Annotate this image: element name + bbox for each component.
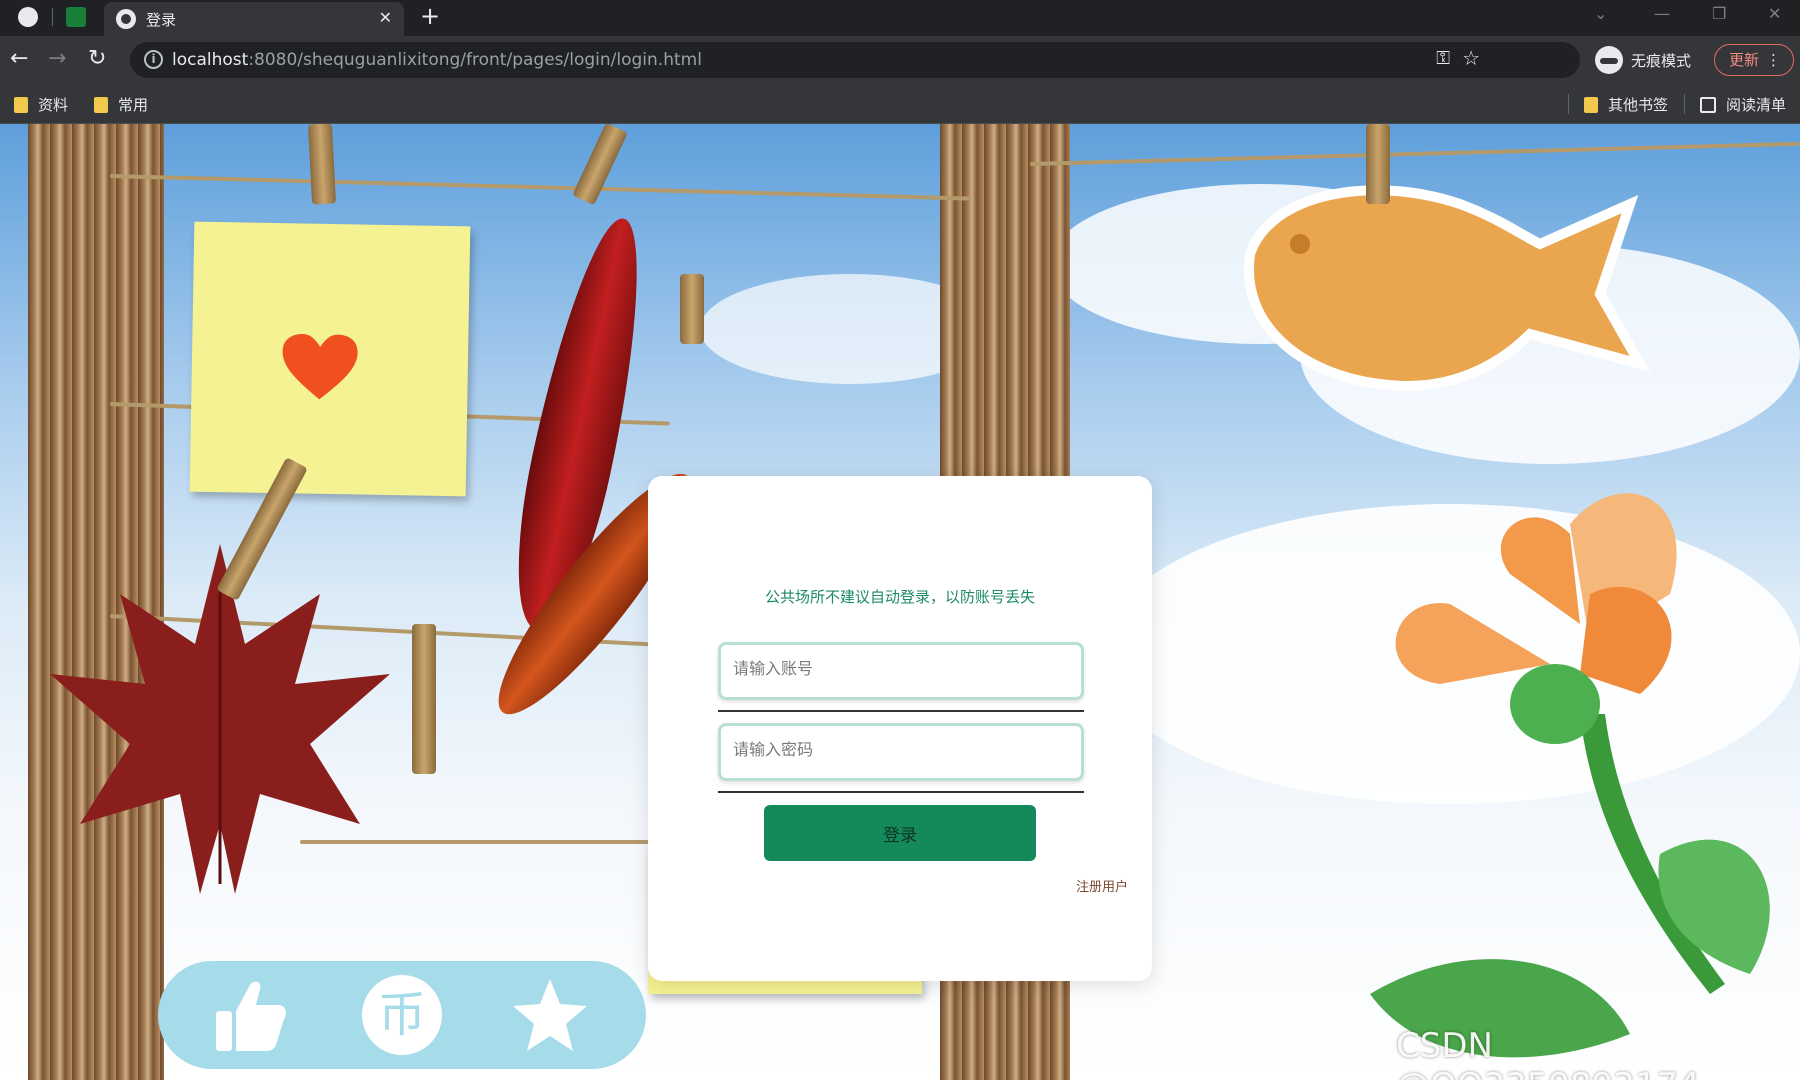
- url-host: localhost: [172, 50, 249, 70]
- bookmark-label: 常用: [118, 96, 149, 114]
- rope-decoration: [109, 174, 970, 201]
- clothespin-decoration: [412, 624, 436, 774]
- heart-icon: [282, 334, 358, 400]
- browser-tab-bar: 登录 ✕ + ⌄ — ❐ ✕: [0, 0, 1800, 36]
- browser-toolbar: ← → ↻ i localhost:8080/shequguanlixitong…: [0, 36, 1800, 84]
- watermark: CSDN @QQ3359892174: [1396, 1026, 1700, 1080]
- password-field[interactable]: [718, 723, 1084, 781]
- folder-icon: [1584, 96, 1598, 113]
- reload-icon[interactable]: ↻: [88, 46, 106, 72]
- update-label: 更新: [1729, 51, 1760, 69]
- tab-title: 登录: [146, 11, 177, 29]
- login-page: 公共场所不建议自动登录，以防账号丢失 登录 注册用户 币 CSDN @QQ335…: [0, 124, 1800, 1080]
- info-icon[interactable]: i: [144, 50, 163, 69]
- window-close-icon[interactable]: ✕: [1768, 4, 1781, 23]
- bookmark-folder[interactable]: 常用: [94, 94, 148, 115]
- star-icon[interactable]: [510, 975, 590, 1055]
- clothespin-decoration: [1366, 124, 1390, 204]
- bookmark-divider: [1684, 94, 1685, 114]
- minimize-icon[interactable]: —: [1654, 4, 1670, 23]
- tab-login[interactable]: 登录 ✕: [104, 2, 404, 36]
- reading-list[interactable]: 阅读清单: [1700, 94, 1786, 115]
- password-input[interactable]: [733, 740, 1063, 759]
- account-underline: [718, 710, 1084, 712]
- tab-search-chevron-icon[interactable]: ⌄: [1594, 4, 1607, 23]
- bookmark-divider: [1568, 94, 1569, 114]
- folder-icon: [94, 96, 108, 113]
- address-bar[interactable]: i localhost:8080/shequguanlixitong/front…: [130, 42, 1580, 78]
- sheet-app-icon[interactable]: [66, 7, 86, 27]
- update-button[interactable]: 更新 ⋮: [1714, 44, 1794, 76]
- login-card: 公共场所不建议自动登录，以防账号丢失 登录 注册用户: [648, 476, 1152, 981]
- bookmark-star-icon[interactable]: ☆: [1462, 46, 1480, 70]
- close-icon[interactable]: ✕: [379, 8, 392, 27]
- tab-divider: [52, 8, 53, 26]
- bookmark-label: 资料: [38, 96, 69, 114]
- incognito-icon: [1595, 46, 1623, 74]
- coin-icon[interactable]: 币: [362, 975, 442, 1055]
- flower-decoration: [1370, 493, 1770, 1058]
- restore-icon[interactable]: ❐: [1712, 4, 1726, 23]
- new-tab-plus-icon[interactable]: +: [420, 2, 440, 30]
- url-path: :8080/shequguanlixitong/front/pages/logi…: [248, 50, 702, 70]
- account-field[interactable]: [718, 642, 1084, 700]
- clothespin-decoration: [680, 274, 704, 344]
- account-input[interactable]: [733, 659, 1063, 678]
- login-button[interactable]: 登录: [764, 805, 1036, 861]
- clothespin-decoration: [307, 124, 337, 205]
- forward-arrow-icon[interactable]: →: [48, 46, 66, 72]
- login-tip: 公共场所不建议自动登录，以防账号丢失: [764, 588, 1035, 606]
- menu-dots-icon[interactable]: ⋮: [1766, 45, 1781, 75]
- key-icon[interactable]: ⚿: [1436, 48, 1450, 69]
- bookmark-folder[interactable]: 资料: [14, 94, 68, 115]
- bookmarks-bar: 资料 常用 其他书签 阅读清单: [0, 84, 1800, 124]
- incognito-indicator[interactable]: 无痕模式: [1595, 44, 1691, 76]
- back-arrow-icon[interactable]: ←: [10, 46, 28, 72]
- clothespin-decoration: [572, 124, 628, 206]
- sticky-note: [189, 221, 471, 497]
- register-link[interactable]: 注册用户: [1076, 876, 1128, 895]
- reading-list-label: 阅读清单: [1726, 96, 1787, 114]
- thumbs-up-icon[interactable]: [210, 975, 290, 1055]
- other-bookmarks-label: 其他书签: [1608, 96, 1669, 114]
- folder-icon: [14, 96, 28, 113]
- incognito-label: 无痕模式: [1631, 51, 1692, 70]
- password-underline: [718, 791, 1084, 793]
- url-text[interactable]: localhost:8080/shequguanlixitong/front/p…: [172, 50, 702, 70]
- tab-globe-icon: [116, 9, 136, 29]
- action-bar: 币: [158, 961, 646, 1069]
- globe-icon[interactable]: [18, 7, 38, 27]
- fish-cookie-decoration: [1243, 185, 1650, 391]
- reading-list-icon: [1700, 96, 1716, 113]
- rope-decoration: [1029, 141, 1800, 166]
- other-bookmarks[interactable]: 其他书签: [1584, 94, 1668, 115]
